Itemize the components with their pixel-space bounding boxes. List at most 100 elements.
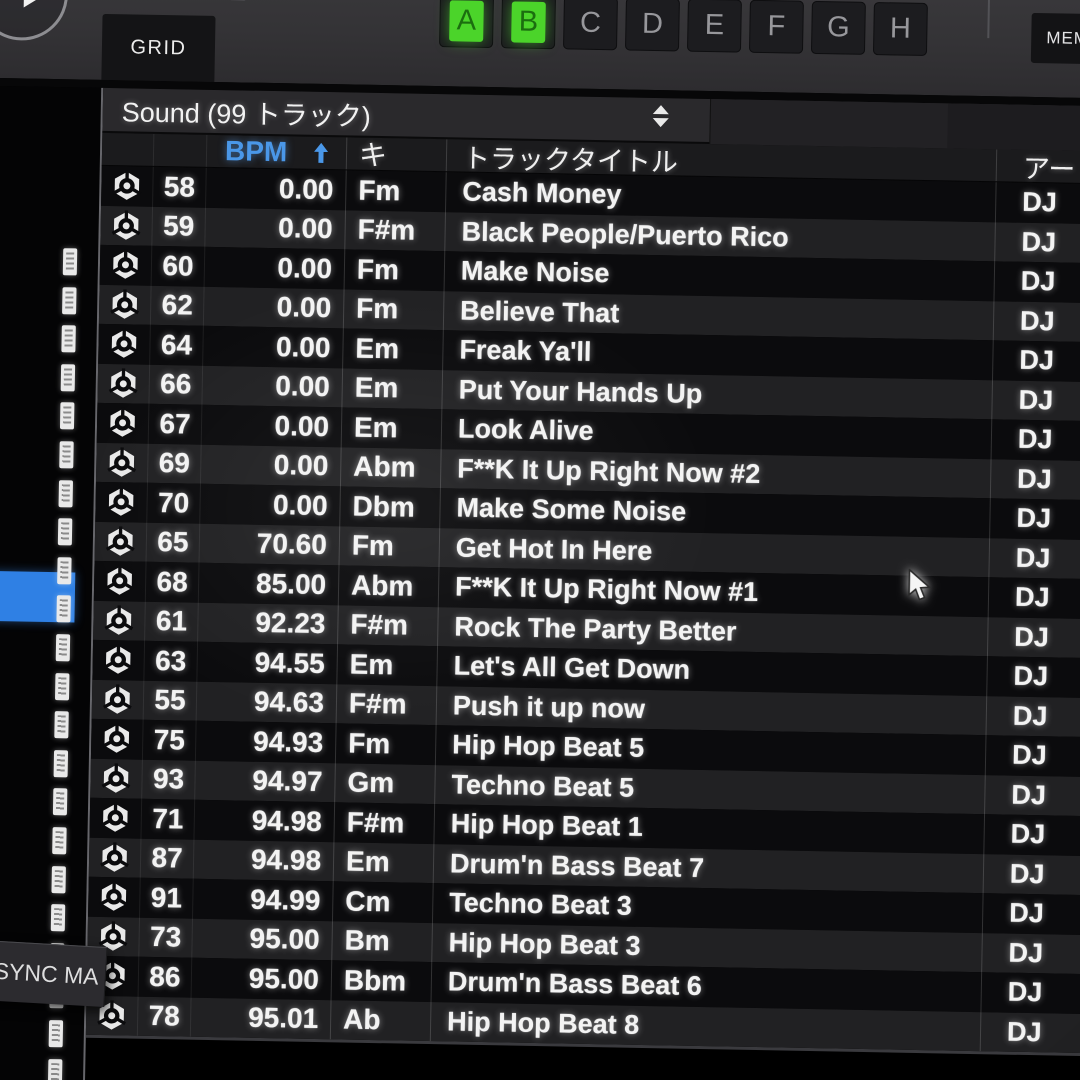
track-icon-cell [95,482,148,522]
header-number-column[interactable] [154,134,208,167]
sidebar-item[interactable] [56,596,70,623]
track-artist: DJ [987,656,1080,698]
track-key: Fm [345,249,446,290]
track-artist: DJ [994,301,1080,343]
track-bpm: 94.55 [197,642,338,684]
track-artist: DJ [992,380,1080,422]
track-bpm: 0.00 [205,207,346,249]
sidebar-item[interactable] [54,711,68,738]
track-bpm: 0.00 [202,405,343,447]
track-artist: DJ [991,459,1080,501]
hotcue-bank-a[interactable]: A [439,0,494,48]
track-key: Em [343,328,444,369]
track-artist: DJ [994,261,1080,303]
track-list: 580.00FmCash MoneyDJ590.00F#mBlack Peopl… [86,166,1080,1053]
play-icon [24,0,43,8]
track-number: 64 [150,325,204,365]
hotcue-bank-label: A [449,0,484,42]
track-key: F#m [334,802,435,843]
track-bpm: 94.93 [196,721,337,763]
hotcue-bank-c[interactable]: C [563,0,618,50]
track-number: 69 [148,443,202,483]
track-artist: DJ [989,538,1080,580]
header-artist[interactable]: アー [997,149,1080,183]
track-type-icon [102,684,134,716]
sidebar-item[interactable] [51,904,65,931]
hotcue-bank-row: ABCDEFGH [439,0,928,56]
track-bpm: 0.00 [204,286,345,328]
sort-chevron-icon[interactable] [653,105,669,127]
track-artist: DJ [985,775,1080,817]
sidebar-item[interactable] [61,325,75,352]
toolbar-divider [987,0,990,38]
playlist-title: Sound (99 トラック) [102,90,371,134]
track-icon-cell [93,600,146,640]
track-bpm: 0.00 [205,247,346,289]
hotcue-bank-f[interactable]: F [749,0,804,54]
hotcue-bank-b[interactable]: B [501,0,556,49]
sidebar-item[interactable] [62,287,76,314]
track-type-icon [100,763,132,795]
track-artist: DJ [981,972,1080,1014]
track-bpm: 95.00 [192,958,333,1000]
track-key: F#m [337,684,438,725]
header-key[interactable]: キ [347,137,448,171]
sidebar-item[interactable] [59,480,73,507]
header-bpm[interactable]: BPM [207,135,348,170]
track-artist: DJ [986,735,1080,777]
track-key: Cm [333,881,434,922]
track-key: Fm [346,170,447,211]
track-number: 60 [152,246,206,286]
track-key: Ab [331,1000,432,1041]
sidebar-item[interactable] [56,634,70,661]
play-button[interactable] [0,0,69,41]
sidebar-item[interactable] [60,403,74,430]
track-type-icon [106,447,138,479]
sidebar-item[interactable] [55,673,69,700]
tab-grid[interactable]: GRID [101,14,215,82]
hotcue-bank-g[interactable]: G [811,1,866,55]
track-bpm: 85.00 [199,563,340,605]
track-type-icon [111,170,143,202]
sidebar-item[interactable] [52,827,66,854]
hotcue-bank-d[interactable]: D [625,0,680,51]
sidebar-item[interactable] [61,364,75,391]
track-artist: DJ [984,854,1080,896]
sidebar-item[interactable] [58,518,72,545]
header-icon-column [102,133,155,166]
track-artist: DJ [996,182,1080,224]
track-artist: DJ [990,498,1080,540]
track-icon-cell [100,205,153,245]
sidebar-item[interactable] [49,1020,63,1047]
sidebar-item[interactable] [54,750,68,777]
track-artist: DJ [995,222,1080,264]
track-key: Em [337,644,438,685]
sidebar-item[interactable] [51,866,65,893]
track-key: Bm [332,921,433,962]
track-icon-cell [95,521,148,561]
track-type-icon [110,210,142,242]
memo-button[interactable]: MEMO [1031,13,1080,65]
hotcue-bank-h[interactable]: H [873,2,928,56]
hotcue-bank-label: G [821,7,856,49]
track-type-icon [101,723,133,755]
track-key: Em [334,842,435,883]
track-number: 75 [143,720,197,760]
sidebar-item[interactable] [57,557,71,584]
track-number: 63 [144,641,198,681]
track-bpm: 0.00 [200,484,341,526]
track-number: 70 [147,483,201,523]
track-key: Fm [336,723,437,764]
cropped-button-edge [165,0,247,1]
sidebar-item[interactable] [59,441,73,468]
track-bpm: 94.98 [194,839,335,881]
sidebar-item[interactable] [48,1059,62,1080]
hotcue-bank-e[interactable]: E [687,0,742,53]
sidebar-item[interactable] [63,248,77,275]
track-number: 66 [149,364,203,404]
track-key: Fm [340,526,441,567]
panel-seam-right [947,103,1080,151]
sidebar-item[interactable] [53,789,67,816]
track-icon-cell [99,284,152,324]
sync-manager-button[interactable]: ⟳ SYNC MA [0,938,108,1007]
